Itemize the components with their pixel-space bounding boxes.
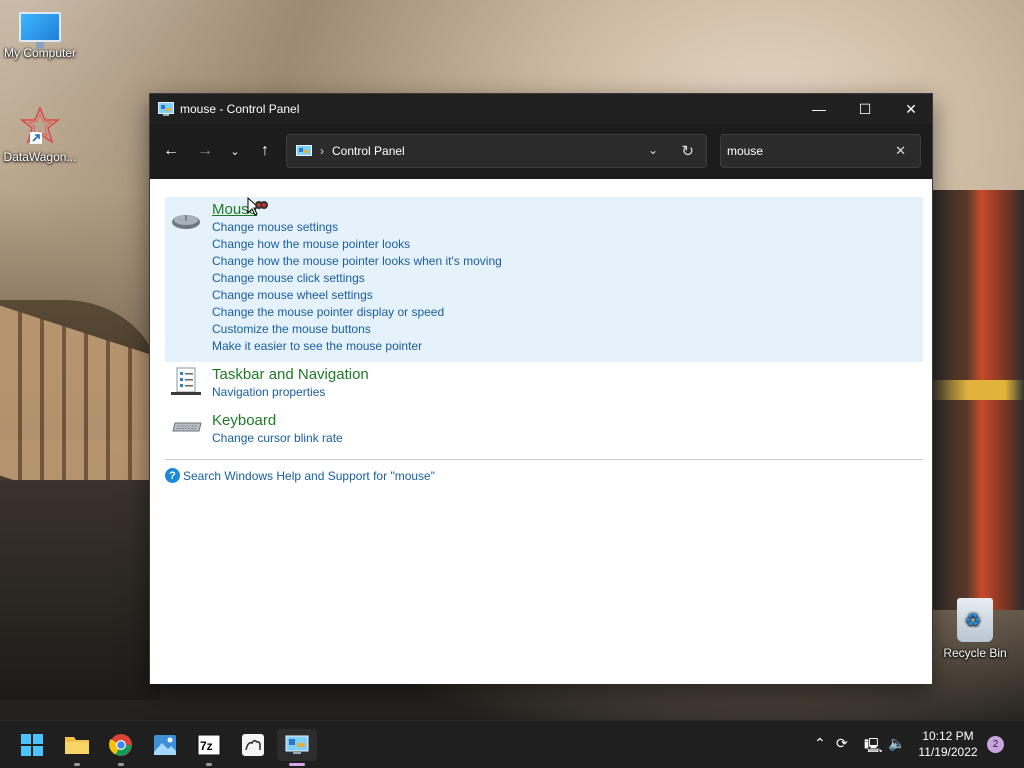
arrow-right-icon: → (197, 142, 213, 159)
arrow-left-icon: ← (163, 142, 179, 159)
minimize-icon: — (812, 101, 826, 117)
sync-icon[interactable]: ⟳ (836, 735, 848, 752)
result-link[interactable]: Make it easier to see the mouse pointer (212, 339, 422, 353)
search-box[interactable]: ✕ (720, 134, 921, 168)
chevron-up-icon[interactable]: ⌃ (814, 735, 826, 752)
maximize-icon: ☐ (858, 100, 872, 117)
result-link[interactable]: Customize the mouse buttons (212, 322, 371, 336)
help-search-text: Search Windows Help and Support for "mou… (183, 468, 435, 483)
clear-search-icon[interactable]: ✕ (895, 143, 906, 159)
clock-date: 11/19/2022 (918, 745, 978, 759)
recycle-bin-icon: ♻ (957, 598, 993, 642)
running-indicator (289, 763, 305, 766)
wallpaper-locomotive-stripe (930, 380, 1024, 400)
control-panel-icon (158, 102, 174, 116)
desktop-icon-label: Recycle Bin (943, 646, 1007, 660)
window-title: mouse - Control Panel (180, 102, 300, 116)
running-indicator (74, 763, 80, 766)
result-link[interactable]: Change how the mouse pointer looks when … (212, 254, 502, 268)
up-button[interactable]: ↑ (252, 138, 278, 164)
breadcrumb-control-panel[interactable]: Control Panel (332, 144, 405, 158)
result-link[interactable]: Navigation properties (212, 385, 325, 399)
result-mouse[interactable]: Mouse Change mouse settings Change how t… (165, 197, 923, 362)
monitor-icon (19, 12, 61, 49)
result-title[interactable]: Taskbar and Navigation (212, 366, 369, 383)
arrow-up-icon: ↑ (261, 142, 269, 159)
network-icon[interactable]: 🖳 (864, 735, 883, 759)
taskbar-control-panel[interactable] (277, 729, 317, 766)
volume-icon[interactable]: 🔈 (888, 735, 905, 752)
desktop-icon-my-computer[interactable]: My Computer (0, 12, 80, 60)
desktop-icon-recycle-bin[interactable]: ♻ Recycle Bin (935, 598, 1015, 660)
photos-icon (154, 735, 176, 755)
taskbar-7zip[interactable]: 7z (189, 729, 229, 766)
search-results: Mouse Change mouse settings Change how t… (150, 179, 932, 684)
clock-time: 10:12 PM (922, 729, 974, 743)
wallpaper-tracks (0, 480, 160, 700)
recent-locations-button[interactable]: ⌄ (222, 138, 248, 164)
busy-cursor-icon (247, 197, 268, 216)
result-link[interactable]: Change the mouse pointer display or spee… (212, 305, 444, 319)
control-panel-icon (285, 735, 309, 754)
running-indicator (118, 763, 124, 766)
refresh-icon[interactable]: ↻ (681, 142, 694, 160)
datawagon-icon (18, 106, 62, 146)
taskbar-photos[interactable] (145, 729, 185, 761)
taskbar-navigation-icon (171, 367, 201, 395)
svg-text:7z: 7z (200, 739, 213, 753)
wallpaper-locomotive (930, 190, 1024, 610)
close-button[interactable]: ✕ (888, 94, 934, 124)
help-search-link[interactable]: ? Search Windows Help and Support for "m… (165, 468, 435, 483)
navigation-bar: ← → ⌄ ↑ › Control Panel ⌄ ↻ ✕ (150, 124, 932, 179)
back-button[interactable]: ← (158, 138, 184, 164)
folder-icon (65, 737, 89, 754)
keyboard-icon (172, 422, 202, 432)
clock[interactable]: 10:12 PM 11/19/2022 (914, 728, 982, 760)
result-link[interactable]: Change mouse click settings (212, 271, 365, 285)
taskbar-perl[interactable] (233, 729, 273, 761)
mouse-icon (172, 215, 200, 229)
result-link[interactable]: Change cursor blink rate (212, 431, 343, 445)
chrome-icon (109, 734, 132, 756)
result-link[interactable]: Change mouse settings (212, 220, 338, 234)
desktop-icon-datawagon[interactable]: DataWagon... (0, 106, 80, 164)
desktop-icon-label: DataWagon... (3, 150, 77, 164)
result-keyboard[interactable]: Keyboard Change cursor blink rate (165, 409, 923, 451)
address-dropdown-icon[interactable]: ⌄ (648, 143, 658, 157)
result-link[interactable]: Change how the mouse pointer looks (212, 237, 410, 251)
address-bar[interactable]: › Control Panel ⌄ ↻ (286, 134, 707, 168)
result-taskbar-and-navigation[interactable]: Taskbar and Navigation Navigation proper… (165, 363, 923, 405)
forward-button[interactable]: → (192, 138, 218, 164)
7zip-icon: 7z (197, 734, 221, 756)
control-panel-icon (296, 144, 312, 156)
result-link[interactable]: Change mouse wheel settings (212, 288, 373, 302)
maximize-button[interactable]: ☐ (842, 94, 888, 124)
taskbar-chrome[interactable] (101, 729, 141, 766)
running-indicator (206, 763, 212, 766)
windows-logo-icon (21, 734, 43, 756)
start-button[interactable] (12, 729, 52, 761)
result-title[interactable]: Keyboard (212, 412, 276, 429)
close-icon: ✕ (905, 100, 917, 117)
chevron-down-icon: ⌄ (230, 145, 240, 158)
taskbar-file-explorer[interactable] (57, 729, 97, 766)
results-divider (165, 459, 923, 460)
search-input[interactable] (727, 144, 877, 158)
title-bar[interactable]: mouse - Control Panel — ☐ ✕ (150, 94, 932, 124)
taskbar: 7z ⌃ ⟳ 🖳 🔈 10:12 PM 11/19/2022 2 (0, 720, 1024, 768)
perl-camel-icon (242, 734, 264, 756)
breadcrumb-separator-icon: › (320, 144, 324, 158)
help-icon: ? (165, 468, 180, 483)
minimize-button[interactable]: — (796, 94, 842, 124)
notification-badge[interactable]: 2 (987, 736, 1004, 753)
control-panel-window: mouse - Control Panel — ☐ ✕ ← → ⌄ ↑ › Co… (149, 93, 933, 684)
